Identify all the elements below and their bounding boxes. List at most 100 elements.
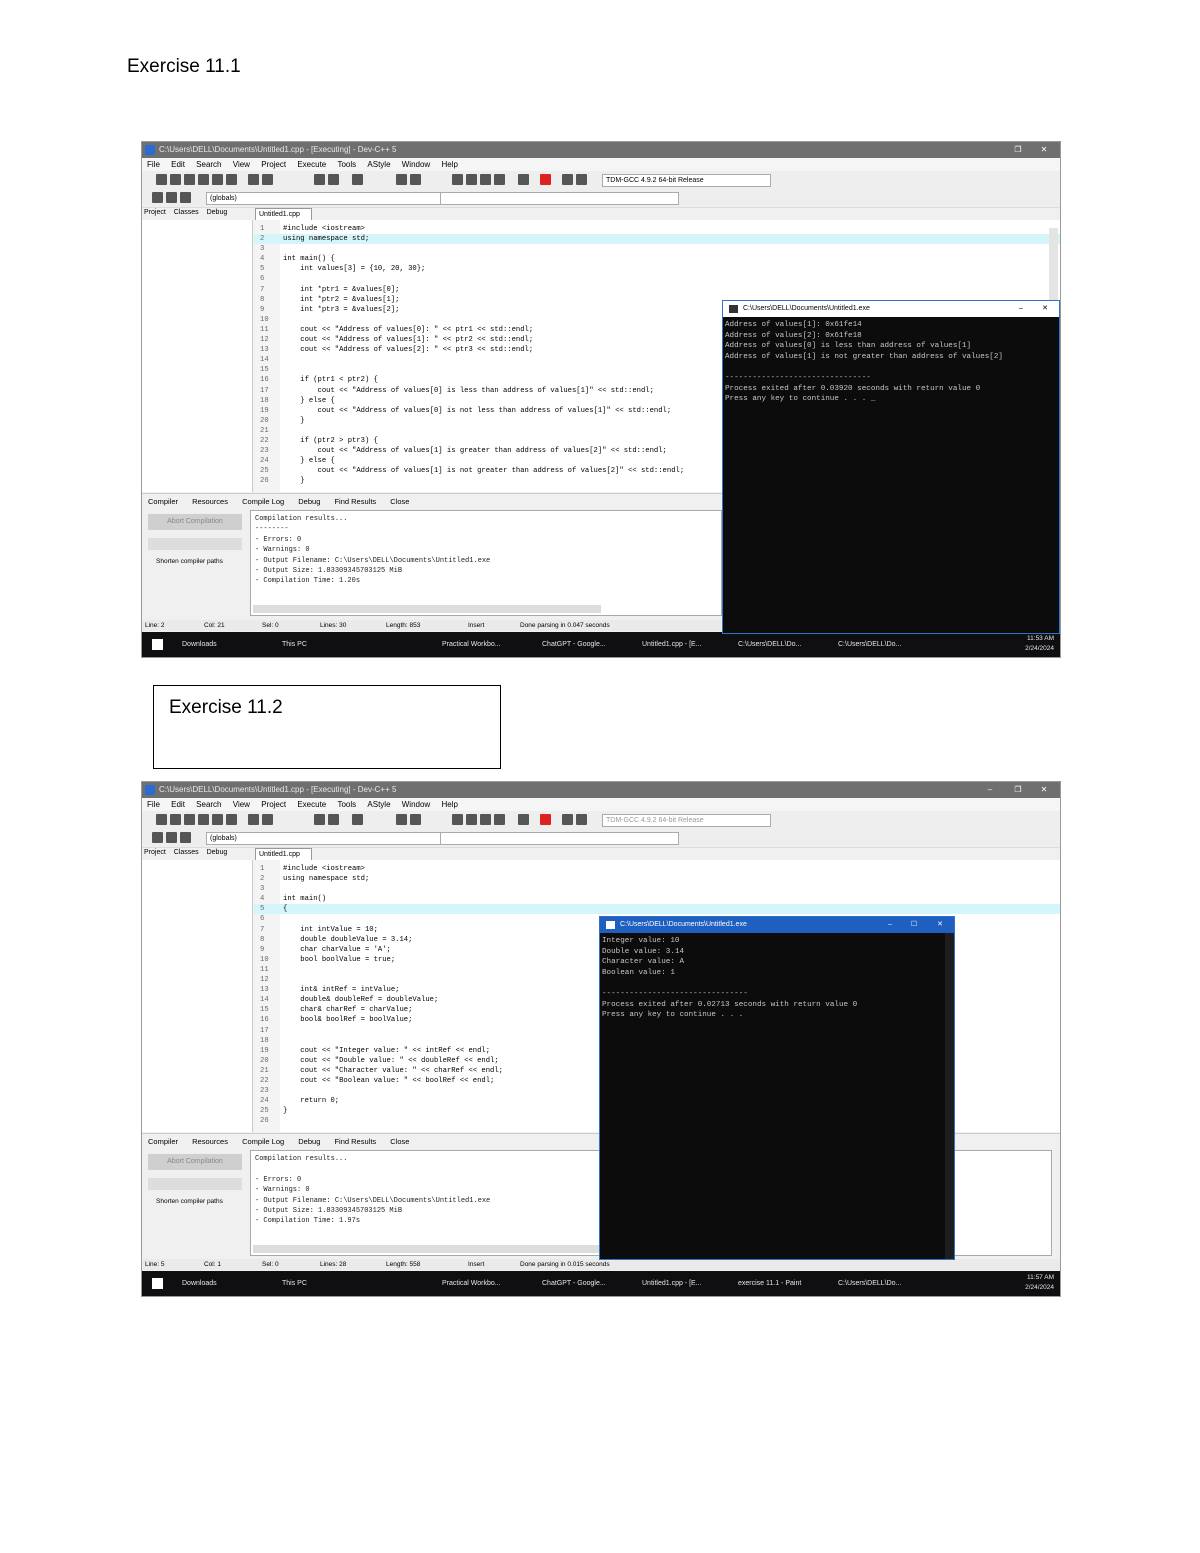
toggle-comment-icon[interactable] <box>352 814 363 825</box>
save-icon[interactable] <box>184 174 195 185</box>
abort-compilation-button[interactable]: Abort Compilation <box>148 1154 242 1170</box>
insert-icon[interactable] <box>166 832 177 843</box>
code-line[interactable]: 2 using namespace std; <box>254 234 1060 245</box>
print-icon[interactable] <box>226 174 237 185</box>
tab-debug[interactable]: Debug <box>207 209 228 216</box>
stop-execution-icon[interactable] <box>540 174 551 185</box>
tab-resources[interactable]: Resources <box>192 497 228 506</box>
menu-file[interactable]: File <box>147 800 160 809</box>
tab-resources[interactable]: Resources <box>192 1137 228 1146</box>
delete-profile-icon[interactable] <box>576 814 587 825</box>
taskbar-downloads[interactable]: Downloads <box>182 1271 217 1296</box>
indent-icon[interactable] <box>314 814 325 825</box>
menu-tools[interactable]: Tools <box>337 160 356 169</box>
rebuild-icon[interactable] <box>494 174 505 185</box>
menu-project[interactable]: Project <box>261 160 286 169</box>
menu-astyle[interactable]: AStyle <box>367 160 390 169</box>
abort-compilation-button[interactable]: Abort Compilation <box>148 514 242 530</box>
console-close-icon[interactable]: ✕ <box>1033 301 1057 317</box>
code-line[interactable]: 3 <box>254 244 1060 254</box>
redo-icon[interactable] <box>262 814 273 825</box>
tab-compiler[interactable]: Compiler <box>148 1137 178 1146</box>
goto-icon[interactable] <box>396 814 407 825</box>
console-window[interactable]: C:\Users\DELL\Documents\Untitled1.exe – … <box>599 916 955 1260</box>
menu-execute[interactable]: Execute <box>297 800 326 809</box>
taskbar-this-pc[interactable]: This PC <box>282 1271 307 1296</box>
close-icon[interactable]: ✕ <box>1030 142 1058 158</box>
taskbar-console-1[interactable]: C:\Users\DELL\Do... <box>738 632 801 657</box>
menu-help[interactable]: Help <box>441 160 457 169</box>
taskbar-chrome[interactable]: ChatGPT - Google... <box>542 632 606 657</box>
bookmark-icon[interactable] <box>410 174 421 185</box>
menu-edit[interactable]: Edit <box>171 800 185 809</box>
tab-debug-bottom[interactable]: Debug <box>298 1137 320 1146</box>
profile-icon[interactable] <box>562 814 573 825</box>
compile-log-scrollbar[interactable] <box>253 605 601 613</box>
close-file-icon[interactable] <box>212 174 223 185</box>
project-options-icon[interactable] <box>180 832 191 843</box>
tab-find-results[interactable]: Find Results <box>334 497 376 506</box>
tab-compiler[interactable]: Compiler <box>148 497 178 506</box>
tab-close[interactable]: Close <box>390 497 409 506</box>
debug-icon[interactable] <box>518 814 529 825</box>
system-clock[interactable]: 11:53 AM 2/24/2024 <box>1025 634 1054 654</box>
taskbar-word[interactable]: Practical Workbo... <box>442 1271 501 1296</box>
run-icon[interactable] <box>466 174 477 185</box>
taskbar-word[interactable]: Practical Workbo... <box>442 632 501 657</box>
tab-classes[interactable]: Classes <box>174 209 199 216</box>
menu-window[interactable]: Window <box>402 800 430 809</box>
undo-icon[interactable] <box>248 814 259 825</box>
minimize-icon[interactable]: – <box>976 782 1004 798</box>
menu-tools[interactable]: Tools <box>337 800 356 809</box>
print-icon[interactable] <box>226 814 237 825</box>
project-options-icon[interactable] <box>180 192 191 203</box>
scope-select[interactable]: (globals) <box>206 192 441 205</box>
undo-icon[interactable] <box>248 174 259 185</box>
unindent-icon[interactable] <box>328 814 339 825</box>
tab-classes[interactable]: Classes <box>174 849 199 856</box>
console-close-icon[interactable]: ✕ <box>928 917 952 933</box>
tab-debug[interactable]: Debug <box>207 849 228 856</box>
minimize-icon[interactable]: – <box>878 917 902 933</box>
code-line[interactable]: 3 <box>254 884 1060 894</box>
tab-project[interactable]: Project <box>144 209 166 216</box>
compile-icon[interactable] <box>452 174 463 185</box>
new-class-icon[interactable] <box>152 192 163 203</box>
shorten-paths-checkbox[interactable]: Shorten compiler paths <box>156 558 223 565</box>
tab-close[interactable]: Close <box>390 1137 409 1146</box>
function-select[interactable] <box>440 192 679 205</box>
tab-compile-log[interactable]: Compile Log <box>242 497 284 506</box>
redo-icon[interactable] <box>262 174 273 185</box>
close-icon[interactable]: ✕ <box>1030 782 1058 798</box>
code-line[interactable]: 4 int main() { <box>254 254 1060 264</box>
new-class-icon[interactable] <box>152 832 163 843</box>
code-line[interactable]: 6 <box>254 274 1060 284</box>
scope-select[interactable]: (globals) <box>206 832 441 845</box>
code-line[interactable]: 1 #include <iostream> <box>254 864 1060 874</box>
menu-search[interactable]: Search <box>196 160 221 169</box>
menu-edit[interactable]: Edit <box>171 160 185 169</box>
goto-icon[interactable] <box>396 174 407 185</box>
save-all-icon[interactable] <box>198 814 209 825</box>
unindent-icon[interactable] <box>328 174 339 185</box>
menu-search[interactable]: Search <box>196 800 221 809</box>
code-line[interactable]: 2 using namespace std; <box>254 874 1060 884</box>
code-line[interactable]: 7 int *ptr1 = &values[0]; <box>254 285 1060 295</box>
open-file-icon[interactable] <box>170 814 181 825</box>
open-file-icon[interactable] <box>170 174 181 185</box>
code-line[interactable]: 4 int main() <box>254 894 1060 904</box>
save-icon[interactable] <box>184 814 195 825</box>
tab-debug-bottom[interactable]: Debug <box>298 497 320 506</box>
function-select[interactable] <box>440 832 679 845</box>
taskbar-this-pc[interactable]: This PC <box>282 632 307 657</box>
windows-start-icon[interactable] <box>152 639 163 650</box>
compile-run-icon[interactable] <box>480 174 491 185</box>
restore-icon[interactable]: ❐ <box>1004 782 1032 798</box>
save-all-icon[interactable] <box>198 174 209 185</box>
compile-run-icon[interactable] <box>480 814 491 825</box>
menu-help[interactable]: Help <box>441 800 457 809</box>
menu-execute[interactable]: Execute <box>297 160 326 169</box>
tab-project[interactable]: Project <box>144 849 166 856</box>
menu-astyle[interactable]: AStyle <box>367 800 390 809</box>
compiler-select[interactable]: TDM-GCC 4.9.2 64-bit Release <box>602 814 771 827</box>
